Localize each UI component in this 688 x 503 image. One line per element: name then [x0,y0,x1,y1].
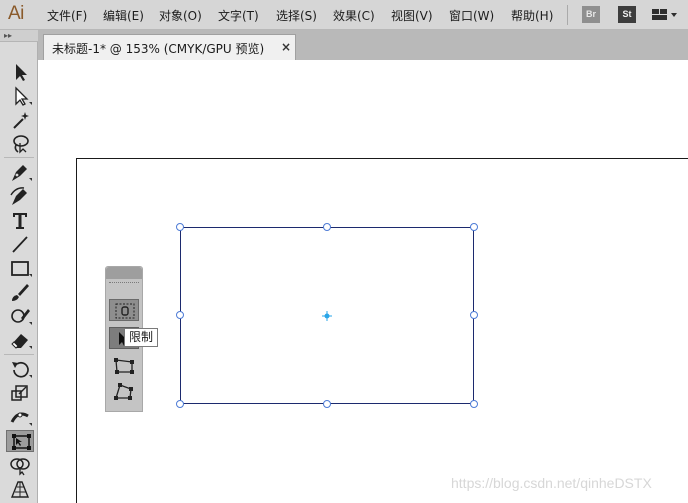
menu-bar: Ai 文件(F) 编辑(E) 对象(O) 文字(T) 选择(S) 效果(C) 视… [0,0,688,30]
rectangle-tool-icon [11,261,32,277]
perspective-grid-tool[interactable] [6,478,34,500]
eraser-tool[interactable] [6,329,34,351]
width-tool[interactable] [6,406,34,428]
eraser-tool-icon [11,334,32,349]
bounding-box-handle-right[interactable] [470,311,478,319]
menu-object[interactable]: 对象(O) [159,7,202,24]
width-tool-icon [10,412,32,426]
menu-help[interactable]: 帮助(H) [511,7,553,24]
bounding-box-handle-top-right[interactable] [470,223,478,231]
tooltip: 限制 [124,328,159,347]
close-icon[interactable]: × [281,40,291,54]
curvature-tool-icon [10,187,27,205]
paintbrush-tool[interactable] [6,281,34,303]
rotate-tool[interactable] [6,358,34,380]
type-tool[interactable] [6,209,34,231]
rotate-tool-icon [12,361,32,378]
rectangle-tool[interactable] [6,257,34,279]
menu-type[interactable]: 文字(T) [218,7,259,24]
lasso-tool[interactable] [6,133,34,155]
bounding-box-handle-top[interactable] [323,223,331,231]
perspective-grid-tool-icon [10,481,30,498]
magic-wand-tool[interactable] [6,109,34,131]
free-distort-button[interactable] [109,381,139,403]
document-tab-title: 未标题-1* @ 153% (CMYK/GPU 预览) [52,42,265,56]
bounding-box-handle-left[interactable] [176,311,184,319]
constrain-icon [115,303,135,319]
menu-view[interactable]: 视图(V) [391,7,433,24]
shape-builder-tool-icon [10,458,30,476]
center-point-icon [322,311,332,321]
menu-separator [567,5,568,25]
toolbar-divider [4,354,34,355]
bridge-button[interactable]: Br [582,6,600,23]
widget-grip-dots [109,282,139,284]
blob-brush-tool[interactable] [6,305,34,327]
pen-tool[interactable] [6,161,34,183]
line-segment-tool[interactable] [6,233,34,255]
constrain-button[interactable] [109,299,139,321]
menu-effect[interactable]: 效果(C) [333,7,375,24]
bounding-box-handle-top-left[interactable] [176,223,184,231]
toolbar-divider [4,157,34,158]
stock-button[interactable]: St [618,6,636,23]
bounding-box-handle-bottom[interactable] [323,400,331,408]
scale-tool-icon [11,385,28,401]
workspace-layout-icon [652,9,677,20]
menu-file[interactable]: 文件(F) [47,7,87,24]
bounding-box-handle-bottom-right[interactable] [470,400,478,408]
widget-drag-handle[interactable] [106,267,142,279]
direct-selection-tool[interactable] [6,85,34,107]
direct-selection-tool-icon [15,86,32,106]
document-canvas[interactable]: 限制 https://blog.csdn.net/qinheDSTX [38,60,688,503]
menu-edit[interactable]: 编辑(E) [103,7,144,24]
bounding-box-handle-bottom-left[interactable] [176,400,184,408]
watermark-text: https://blog.csdn.net/qinheDSTX [451,475,652,491]
line-segment-tool-icon [12,236,28,253]
free-distort-icon [114,383,133,400]
menu-select[interactable]: 选择(S) [276,7,317,24]
menu-window[interactable]: 窗口(W) [449,7,494,24]
blob-brush-tool-icon [11,309,32,325]
scale-tool[interactable] [6,382,34,404]
paintbrush-tool-icon [12,284,29,301]
curvature-tool[interactable] [6,185,34,207]
selection-tool-icon [16,64,27,81]
workspace-switcher-button[interactable] [651,7,679,23]
magic-wand-tool-icon [13,112,29,129]
document-tab-bar: 未标题-1* @ 153% (CMYK/GPU 预览) × [38,30,688,60]
app-logo: Ai [8,3,24,24]
type-tool-icon [13,213,27,229]
lasso-tool-icon [13,135,29,154]
free-transform-tool-icon [12,434,31,450]
toolbar-collapse-grip[interactable]: ▸▸ [0,30,38,42]
selection-tool[interactable] [6,61,34,83]
pen-tool-icon [12,165,32,181]
perspective-distort-button[interactable] [109,355,139,377]
free-transform-tool[interactable] [6,430,34,452]
document-tab[interactable]: 未标题-1* @ 153% (CMYK/GPU 预览) × [43,34,296,60]
shape-builder-tool[interactable] [6,454,34,476]
perspective-distort-icon [114,358,134,374]
tools-panel: ▸▸ [0,30,38,503]
